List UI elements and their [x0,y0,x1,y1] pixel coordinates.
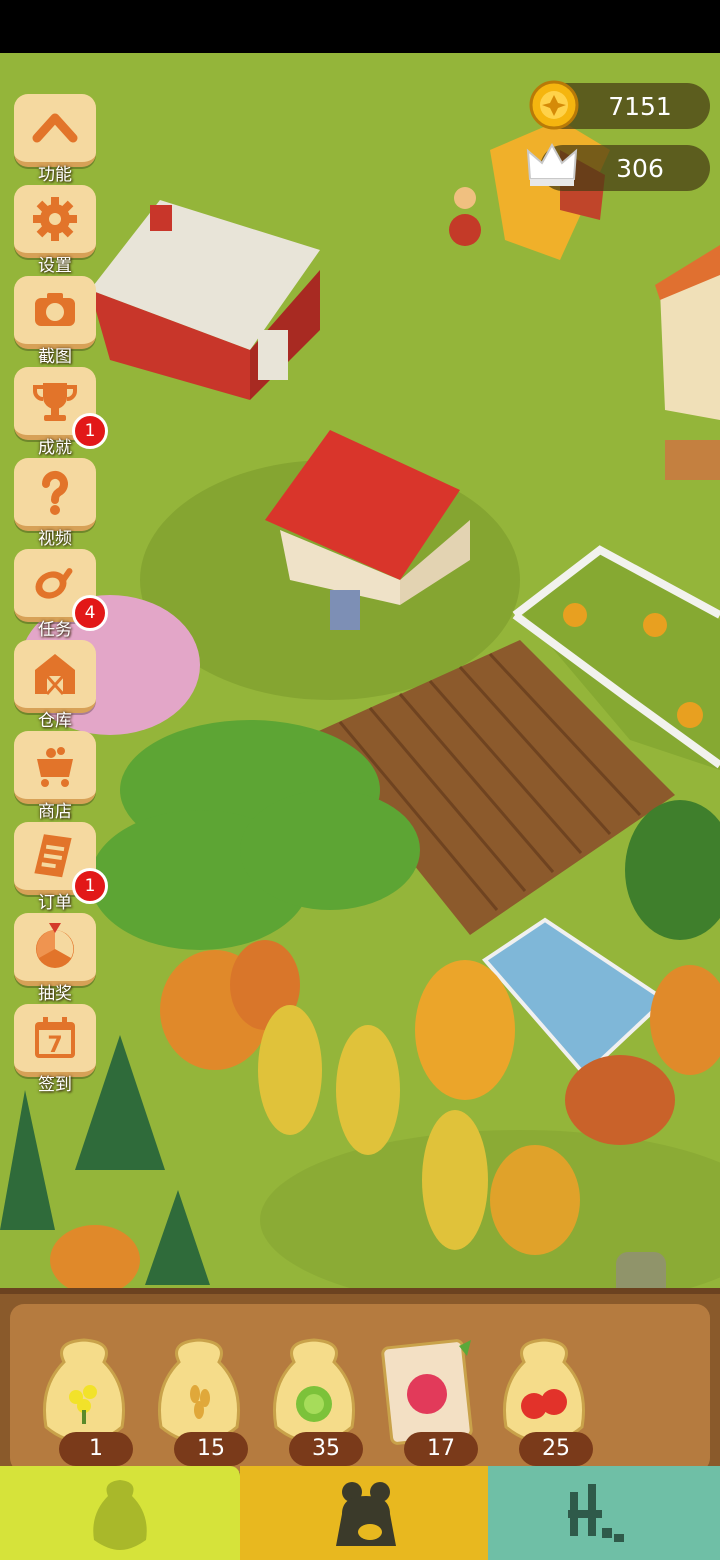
seed-bag-icon [93,1480,147,1550]
bottom-tab-bar [0,1466,720,1560]
tab-animals[interactable] [240,1466,488,1560]
farm-scene[interactable] [0,53,720,1290]
seed-panel: 1 15 35 17 25 [0,1288,720,1484]
seed-count: 17 [404,1432,478,1466]
menu-video[interactable]: 视频 [14,458,96,549]
seed-count: 1 [59,1432,133,1466]
video-button[interactable] [14,458,96,531]
calendar-icon: 7 [35,1017,75,1058]
menu-label: 订单 [38,893,72,913]
tab-buildings[interactable] [488,1466,720,1560]
tab-seeds[interactable] [0,1466,240,1560]
menu-shop[interactable]: 商店 [14,731,96,822]
camera-icon [35,293,75,326]
menu-warehouse[interactable]: 仓库 [14,640,96,731]
menu-label: 任务 [38,620,72,640]
calendar-day: 7 [47,1033,62,1058]
checkin-button[interactable]: 7 [14,1004,96,1077]
menu-settings[interactable]: 设置 [14,185,96,276]
menu-function[interactable]: 功能 [14,94,96,185]
chevron-up-icon [32,113,78,143]
lottery-button[interactable] [14,913,96,986]
menu-label: 视频 [38,529,72,549]
menu-label: 商店 [38,802,72,822]
question-icon [41,470,68,515]
menu-label: 仓库 [38,711,72,731]
building-icon [568,1484,624,1542]
seed-panel-inner: 1 15 35 17 25 [10,1304,710,1472]
wheel-icon [36,923,74,968]
shop-button[interactable] [14,731,96,804]
menu-orders[interactable]: 1 订单 [14,822,108,913]
warehouse-button[interactable] [14,640,96,713]
menu-lottery[interactable]: 抽奖 [14,913,96,1004]
menu-tasks[interactable]: 4 任务 [14,549,108,640]
seed-item-cabbage[interactable]: 35 [264,1332,374,1472]
cart-icon [37,747,73,787]
barn-icon [35,654,75,695]
menu-screenshot[interactable]: 截图 [14,276,96,367]
status-bar [0,0,720,53]
crown-counter: 306 [526,142,710,191]
crown-amount: 306 [616,153,664,183]
seed-count: 25 [519,1432,593,1466]
menu-label: 签到 [38,1075,72,1095]
settings-button[interactable] [14,185,96,258]
seed-item-rapeseed[interactable]: 1 [34,1332,144,1472]
menu-label: 功能 [38,165,72,185]
seed-count: 15 [174,1432,248,1466]
menu-label: 成就 [38,438,72,458]
coin-amount: 7151 [608,91,672,121]
seed-item-tomato[interactable]: 25 [494,1332,604,1472]
menu-label: 截图 [38,347,72,367]
menu-checkin[interactable]: 7 签到 [14,1004,96,1095]
seed-item-wheat[interactable]: 15 [149,1332,259,1472]
seed-count: 35 [289,1432,363,1466]
ham-icon [35,568,73,599]
menu-achievements[interactable]: 1 成就 [14,367,108,458]
screenshot-button[interactable] [14,276,96,349]
order-icon [34,834,72,878]
trophy-icon [33,383,77,421]
menu-label: 抽奖 [38,984,72,1004]
menu-label: 设置 [38,256,72,276]
animal-icon [336,1482,396,1546]
seed-item-raspberry[interactable]: 17 [379,1332,489,1472]
function-button[interactable] [14,94,96,167]
coin-counter: 7151 [529,80,710,130]
gear-icon [33,197,77,241]
